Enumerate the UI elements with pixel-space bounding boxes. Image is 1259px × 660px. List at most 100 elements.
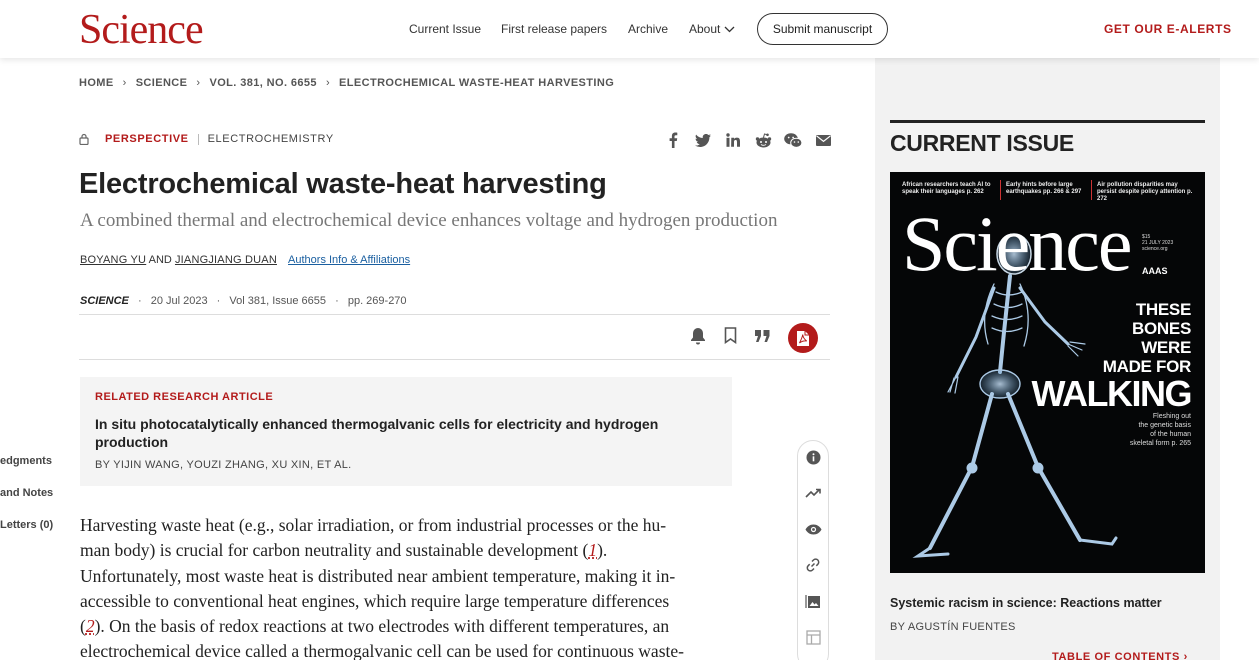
blurb-line: Fleshing out [1130, 412, 1191, 421]
body-line: Unfortunately, most waste heat is distri… [80, 564, 722, 589]
breadcrumb-volume[interactable]: VOL. 381, NO. 6655 [209, 77, 316, 89]
chevron-right-icon: › [123, 77, 127, 89]
table-icon[interactable] [804, 628, 822, 646]
trending-icon[interactable] [804, 484, 822, 502]
divider [79, 314, 830, 315]
author-link[interactable]: BOYANG YU [80, 254, 146, 266]
related-label: RELATED RESEARCH ARTICLE [95, 391, 273, 403]
cover-masthead: Science [902, 204, 1131, 284]
site-header: Science Current Issue First release pape… [0, 0, 1259, 58]
reddit-icon[interactable] [754, 131, 772, 149]
blurb-line: skeletal form p. 265 [1130, 439, 1191, 448]
image-icon[interactable] [804, 592, 822, 610]
article-meta: PERSPECTIVE ELECTROCHEMISTRY [79, 133, 334, 145]
breadcrumb-science[interactable]: SCIENCE [136, 77, 188, 89]
twitter-icon[interactable] [694, 131, 712, 149]
pdf-download-button[interactable] [788, 323, 818, 353]
sidebar-item-eletters[interactable]: Letters (0) [0, 519, 53, 531]
sidebar-item-acknowledgments[interactable]: edgments [0, 455, 52, 467]
cover-issue-info: $15 21 JULY 2023 science.org [1142, 234, 1173, 252]
pub-volume[interactable]: Vol 381, Issue 6655 [229, 295, 326, 307]
body-line: accessible to conventional heat engines,… [80, 589, 722, 614]
pdf-icon [796, 330, 810, 347]
chevron-down-icon [724, 22, 735, 36]
link-icon[interactable] [804, 556, 822, 574]
blurb-line: of the human [1130, 430, 1191, 439]
current-issue-heading: CURRENT ISSUE [890, 130, 1074, 157]
separator-dot: · [335, 295, 339, 307]
article-title: Electrochemical waste-heat harvesting [79, 168, 607, 201]
info-icon[interactable] [804, 448, 822, 466]
separator-dot: · [217, 295, 221, 307]
e-alerts-link[interactable]: GET OUR E-ALERTS [1104, 22, 1232, 36]
publication-info: SCIENCE · 20 Jul 2023 · Vol 381, Issue 6… [80, 295, 407, 307]
body-line: Harvesting waste heat (e.g., solar irrad… [80, 513, 722, 538]
facebook-icon[interactable] [664, 131, 682, 149]
wechat-icon[interactable] [784, 131, 802, 149]
headline-line: THESE [1032, 300, 1191, 319]
article-body: Harvesting waste heat (e.g., solar irrad… [80, 513, 722, 660]
cover-blurb: Fleshing out the genetic basis of the hu… [1130, 412, 1191, 448]
reference-link[interactable]: 2 [86, 616, 95, 636]
headline-line: WERE [1032, 338, 1191, 357]
pub-pages: pp. 269-270 [348, 295, 407, 307]
nav-archive[interactable]: Archive [628, 22, 668, 36]
aaas-logo: AAAS [1142, 266, 1168, 276]
related-title[interactable]: In situ photocatalytically enhanced ther… [95, 415, 695, 451]
eye-icon[interactable] [804, 520, 822, 538]
divider [1000, 180, 1001, 200]
authors-joiner: AND [149, 254, 172, 266]
journal-name[interactable]: SCIENCE [80, 295, 129, 307]
breadcrumb-home[interactable]: HOME [79, 77, 114, 89]
breadcrumb: HOME › SCIENCE › VOL. 381, NO. 6655 › EL… [79, 77, 614, 89]
chevron-right-icon: › [326, 77, 330, 89]
nav-about-label: About [689, 22, 720, 36]
table-of-contents-link[interactable]: TABLE OF CONTENTS › [1052, 651, 1188, 660]
blurb-line: the genetic basis [1130, 421, 1191, 430]
lock-icon [79, 133, 89, 145]
chevron-right-icon: › [1184, 651, 1188, 660]
body-line: man body) is crucial for carbon neutrali… [80, 538, 722, 563]
article-type[interactable]: PERSPECTIVE [105, 133, 189, 145]
cover-teaser: African researchers teach AI to speak th… [902, 182, 992, 196]
author-list: BOYANG YU AND JIANGJIANG DUAN Authors In… [80, 254, 410, 266]
cover-byline: BY AGUSTÍN FUENTES [890, 621, 1016, 633]
cover-site: science.org [1142, 246, 1173, 252]
headline-line: BONES [1032, 319, 1191, 338]
bell-icon[interactable] [690, 327, 706, 350]
authors-info-link[interactable]: Authors Info & Affiliations [288, 254, 410, 266]
article-subtitle: A combined thermal and electrochemical d… [80, 210, 777, 232]
science-logo[interactable]: Science [79, 8, 203, 52]
body-line: (2). On the basis of redox reactions at … [80, 614, 722, 639]
related-authors: BY YIJIN WANG, YOUZI ZHANG, XU XIN, ET A… [95, 459, 352, 471]
nav-first-release[interactable]: First release papers [501, 22, 607, 36]
tool-rail [797, 440, 829, 660]
email-icon[interactable] [814, 131, 832, 149]
bookmark-icon[interactable] [724, 327, 737, 349]
share-bar [664, 131, 832, 149]
cover-teaser: Early hints before large earthquakes pp.… [1006, 182, 1086, 196]
submit-manuscript-button[interactable]: Submit manuscript [757, 13, 888, 45]
nav-current-issue[interactable]: Current Issue [409, 22, 481, 36]
sidebar-item-references[interactable]: and Notes [0, 487, 53, 499]
body-line: electrochemical device called a thermoga… [80, 639, 722, 660]
article-subject[interactable]: ELECTROCHEMISTRY [208, 133, 334, 145]
cover-image[interactable]: African researchers teach AI to speak th… [890, 172, 1205, 573]
toc-label: TABLE OF CONTENTS [1052, 651, 1180, 660]
nav-about[interactable]: About [689, 22, 735, 36]
linkedin-icon[interactable] [724, 131, 742, 149]
article-tools [690, 323, 818, 353]
separator-dot: · [138, 295, 142, 307]
cover-caption-link[interactable]: Systemic racism in science: Reactions ma… [890, 596, 1162, 610]
breadcrumb-current: ELECTROCHEMICAL WASTE-HEAT HARVESTING [339, 77, 614, 89]
cover-headline: THESE BONES WERE MADE FOR WALKING [1032, 300, 1191, 412]
headline-big: WALKING [1032, 376, 1191, 412]
reference-link[interactable]: 1 [588, 540, 597, 560]
divider [198, 134, 199, 145]
divider [79, 359, 830, 360]
author-link[interactable]: JIANGJIANG DUAN [175, 254, 277, 266]
pub-date: 20 Jul 2023 [151, 295, 208, 307]
divider [890, 120, 1205, 123]
quote-icon[interactable] [755, 329, 770, 347]
related-article-card[interactable]: RELATED RESEARCH ARTICLE In situ photoca… [80, 377, 732, 486]
